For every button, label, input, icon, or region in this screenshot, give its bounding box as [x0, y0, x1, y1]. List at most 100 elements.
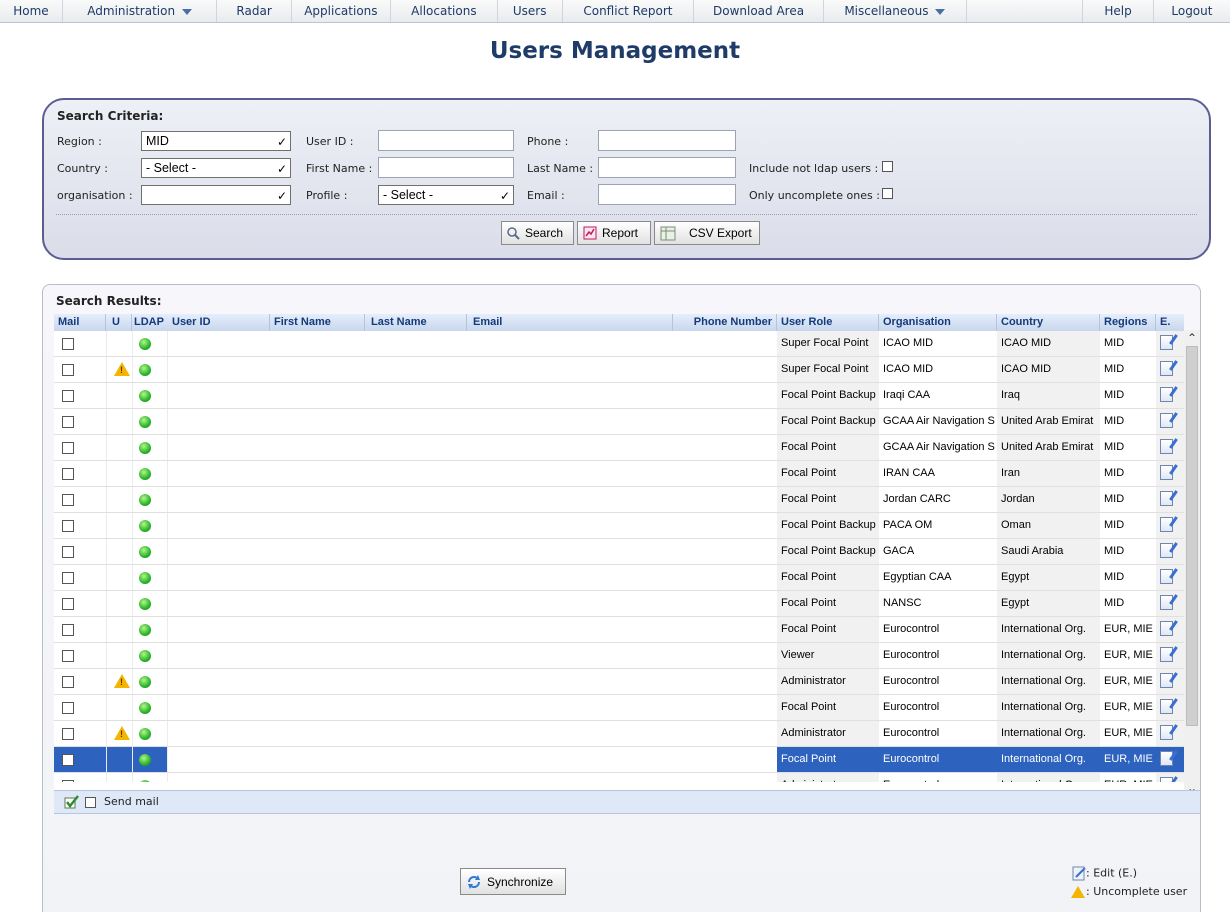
csv-export-button[interactable]: CSV Export	[654, 221, 760, 245]
col-user-id[interactable]: User ID	[168, 314, 270, 331]
col-country[interactable]: Country	[997, 314, 1100, 331]
email-input[interactable]	[598, 184, 736, 205]
table-row[interactable]: Super Focal Point ICAO MID ICAO MID MID	[54, 357, 1184, 383]
regions-cell: MID	[1104, 415, 1125, 427]
check-icon[interactable]	[64, 795, 80, 809]
results-scrollbar[interactable]	[1184, 330, 1200, 790]
nav-radar[interactable]: Radar	[217, 0, 292, 22]
edit-icon[interactable]	[1160, 517, 1173, 532]
col-user-role[interactable]: User Role	[777, 314, 879, 331]
table-row[interactable]: Focal Point Backup GCAA Air Navigation S U…	[54, 409, 1184, 435]
send-mail-checkbox[interactable]	[85, 797, 96, 808]
mail-checkbox[interactable]	[62, 468, 74, 480]
table-row[interactable]: Focal Point Backup GACA Saudi Arabia MID	[54, 539, 1184, 565]
organisation-cell: NANSC	[883, 597, 922, 609]
table-row[interactable]: Focal Point Eurocontrol International Org.…	[54, 695, 1184, 721]
table-row[interactable]: Focal Point Backup PACA OM Oman MID	[54, 513, 1184, 539]
table-row[interactable]: Focal Point Egyptian CAA Egypt MID	[54, 565, 1184, 591]
table-row[interactable]: Administrator Eurocontrol International Or…	[54, 669, 1184, 695]
edit-icon[interactable]	[1160, 543, 1173, 558]
nav-download-area[interactable]: Download Area	[694, 0, 824, 22]
col-email[interactable]: Email	[467, 314, 673, 331]
userid-input[interactable]	[378, 130, 514, 151]
include-not-ldap-checkbox[interactable]	[882, 161, 893, 172]
nav-help[interactable]: Help	[1083, 0, 1154, 22]
col-u[interactable]: U	[106, 314, 132, 331]
nav-applications[interactable]: Applications	[292, 0, 391, 22]
col-first-name[interactable]: First Name	[270, 314, 365, 331]
table-row[interactable]: Focal Point Eurocontrol International Org.…	[54, 747, 1184, 773]
table-row[interactable]: Focal Point GCAA Air Navigation S United A…	[54, 435, 1184, 461]
country-select[interactable]: - Select - ✓	[141, 158, 291, 178]
edit-icon[interactable]	[1160, 439, 1173, 454]
edit-icon[interactable]	[1160, 361, 1173, 376]
mail-checkbox[interactable]	[62, 754, 74, 766]
edit-icon[interactable]	[1160, 647, 1173, 662]
table-row[interactable]: Administrator Eurocontrol International Or…	[54, 721, 1184, 747]
phone-input[interactable]	[598, 130, 736, 151]
mail-checkbox[interactable]	[62, 650, 74, 662]
edit-icon[interactable]	[1160, 673, 1173, 688]
search-button[interactable]: Search	[501, 221, 574, 245]
edit-icon[interactable]	[1160, 387, 1173, 402]
col-edit[interactable]: E.	[1156, 314, 1184, 331]
mail-checkbox[interactable]	[62, 338, 74, 350]
lastname-input[interactable]	[598, 157, 736, 178]
col-organisation[interactable]: Organisation	[879, 314, 997, 331]
col-ldap[interactable]: LDAP	[134, 314, 168, 331]
table-row[interactable]: Focal Point IRAN CAA Iran MID	[54, 461, 1184, 487]
only-uncomplete-checkbox[interactable]	[882, 188, 893, 199]
organisation-cell: Eurocontrol	[883, 753, 940, 765]
table-row[interactable]: Focal Point Backup Iraqi CAA Iraq MID	[54, 383, 1184, 409]
mail-checkbox[interactable]	[62, 598, 74, 610]
mail-checkbox[interactable]	[62, 572, 74, 584]
col-mail[interactable]: Mail	[54, 314, 106, 331]
mail-checkbox[interactable]	[62, 676, 74, 688]
mail-checkbox[interactable]	[62, 728, 74, 740]
mail-checkbox[interactable]	[62, 364, 74, 376]
nav-administration[interactable]: Administration	[63, 0, 218, 22]
edit-icon[interactable]	[1160, 491, 1173, 506]
mail-checkbox[interactable]	[62, 624, 74, 636]
mail-checkbox[interactable]	[62, 546, 74, 558]
synchronize-button[interactable]: Synchronize	[460, 868, 566, 895]
mail-checkbox[interactable]	[62, 442, 74, 454]
mail-checkbox[interactable]	[62, 702, 74, 714]
region-select[interactable]: MID ✓	[141, 131, 291, 151]
edit-icon[interactable]	[1160, 725, 1173, 740]
mail-checkbox[interactable]	[62, 390, 74, 402]
profile-select[interactable]: - Select - ✓	[378, 185, 514, 205]
nav-conflict-report[interactable]: Conflict Report	[563, 0, 695, 22]
col-last-name[interactable]: Last Name	[365, 314, 467, 331]
country-cell: International Org.	[1001, 623, 1086, 635]
edit-icon[interactable]	[1160, 335, 1173, 350]
col-regions[interactable]: Regions	[1100, 314, 1156, 331]
nav-allocations[interactable]: Allocations	[391, 0, 498, 22]
mail-checkbox[interactable]	[62, 416, 74, 428]
country-cell: ICAO MID	[1001, 337, 1052, 349]
edit-icon[interactable]	[1160, 595, 1173, 610]
report-button[interactable]: Report	[577, 221, 651, 245]
scroll-up-icon[interactable]: ⌃	[1186, 332, 1198, 344]
scroll-thumb[interactable]	[1186, 346, 1198, 726]
edit-icon[interactable]	[1160, 413, 1173, 428]
nav-home[interactable]: Home	[0, 0, 63, 22]
edit-icon[interactable]	[1160, 621, 1173, 636]
table-row[interactable]: Super Focal Point ICAO MID ICAO MID MID	[54, 331, 1184, 357]
organisation-select[interactable]: ✓	[141, 185, 291, 205]
table-row[interactable]: Viewer Eurocontrol International Org. EUR, …	[54, 643, 1184, 669]
edit-icon[interactable]	[1160, 751, 1173, 766]
nav-miscellaneous[interactable]: Miscellaneous	[824, 0, 967, 22]
mail-checkbox[interactable]	[62, 520, 74, 532]
table-row[interactable]: Focal Point Eurocontrol International Org.…	[54, 617, 1184, 643]
edit-icon[interactable]	[1160, 465, 1173, 480]
edit-icon[interactable]	[1160, 699, 1173, 714]
nav-users[interactable]: Users	[498, 0, 563, 22]
table-row[interactable]: Focal Point Jordan CARC Jordan MID	[54, 487, 1184, 513]
col-phone-number[interactable]: Phone Number	[673, 314, 777, 331]
firstname-input[interactable]	[378, 157, 514, 178]
mail-checkbox[interactable]	[62, 494, 74, 506]
nav-logout[interactable]: Logout	[1154, 0, 1230, 22]
table-row[interactable]: Focal Point NANSC Egypt MID	[54, 591, 1184, 617]
edit-icon[interactable]	[1160, 569, 1173, 584]
